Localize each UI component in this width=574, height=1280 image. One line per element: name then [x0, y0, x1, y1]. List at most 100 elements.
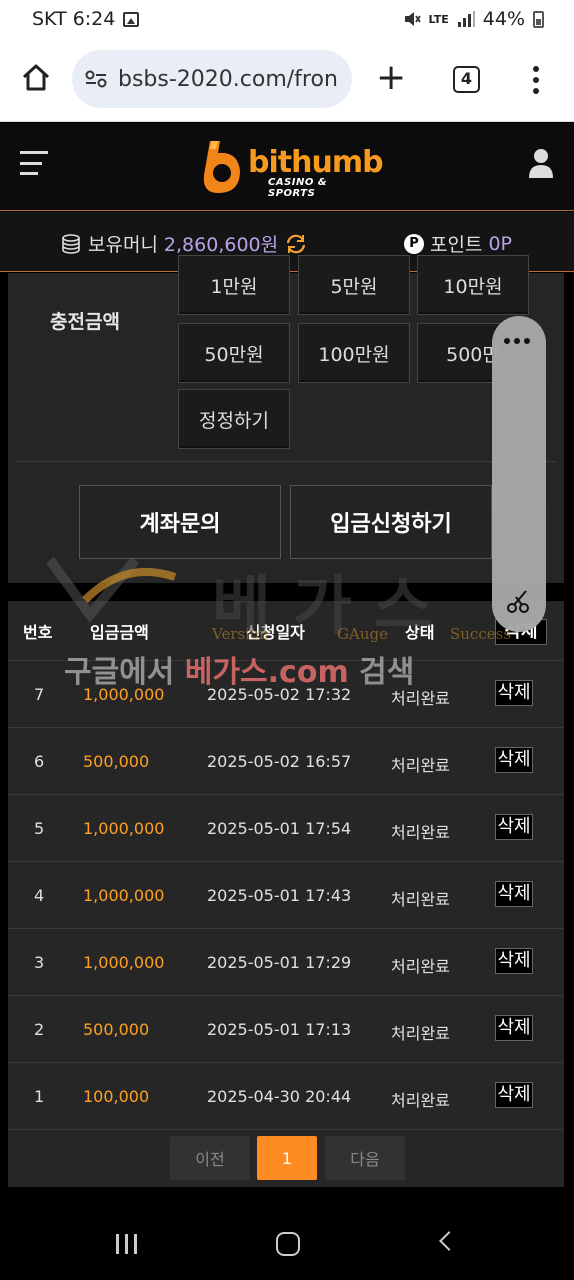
row-status: 처리완료: [391, 1024, 450, 1043]
amount-button-1man[interactable]: 1만원: [178, 255, 290, 315]
address-bar[interactable]: bsbs-2020.com/fron: [72, 50, 352, 108]
more-dots-icon[interactable]: [504, 338, 530, 344]
amount-button-50man[interactable]: 50만원: [178, 323, 290, 383]
delete-button[interactable]: 삭제: [495, 948, 533, 974]
hamburger-menu-icon[interactable]: [20, 151, 48, 175]
new-tab-icon[interactable]: +: [376, 60, 406, 96]
battery-icon: [533, 10, 544, 28]
row-status: 처리완료: [391, 756, 450, 775]
delete-button[interactable]: 삭제: [495, 747, 533, 773]
bithumb-logo-icon: [203, 141, 240, 193]
row-amount: 500,000: [83, 752, 150, 771]
table-row: 1 100,000 2025-04-30 20:44 처리완료 삭제: [8, 1063, 564, 1130]
amount-button-5man[interactable]: 5만원: [298, 255, 410, 315]
charge-panel: 충전금액 1만원 5만원 10만원 50만원 100만원 500만 정정하기 계…: [8, 255, 564, 583]
site-logo[interactable]: bithumb CASINO & SPORTS: [198, 139, 384, 199]
image-notification-icon: [123, 11, 140, 27]
site-settings-icon[interactable]: [84, 69, 108, 89]
deposit-history-panel: 번호 입금금액 신청일자 상태 삭제 7 1,000,000 2025-05-02 …: [8, 601, 564, 1187]
recent-apps-icon[interactable]: [116, 1234, 137, 1254]
user-icon[interactable]: [528, 148, 554, 178]
scissors-icon[interactable]: [506, 588, 532, 614]
main-content: 충전금액 1만원 5만원 10만원 50만원 100만원 500만 정정하기 계…: [0, 255, 574, 1193]
browser-menu-icon[interactable]: [532, 66, 540, 94]
row-date: 2025-05-01 17:13: [207, 1020, 352, 1039]
row-status: 처리완료: [391, 957, 450, 976]
delete-button[interactable]: 삭제: [495, 680, 533, 706]
back-nav-icon[interactable]: [439, 1231, 459, 1251]
table-row: 7 1,000,000 2025-05-02 17:32 처리완료 삭제: [8, 661, 564, 728]
point-icon: P: [404, 233, 424, 254]
row-status: 처리완료: [391, 890, 450, 909]
home-nav-icon[interactable]: [276, 1232, 300, 1256]
delete-button[interactable]: 삭제: [495, 814, 533, 840]
site-header: bithumb CASINO & SPORTS: [0, 123, 574, 211]
table-header: 번호 입금금액 신청일자 상태 삭제: [8, 601, 564, 661]
refresh-icon[interactable]: [284, 233, 308, 255]
signal-icon: [457, 11, 475, 27]
delete-button[interactable]: 삭제: [495, 1015, 533, 1041]
header-date: 신청일자: [246, 623, 305, 642]
home-icon[interactable]: [20, 62, 52, 94]
header-status: 상태: [405, 623, 435, 642]
row-amount: 500,000: [83, 1020, 150, 1039]
current-page-button[interactable]: 1: [257, 1136, 317, 1180]
table-row: 3 1,000,000 2025-05-01 17:29 처리완료 삭제: [8, 929, 564, 996]
row-amount: 1,000,000: [83, 953, 165, 972]
row-no: 3: [34, 953, 45, 972]
point-label: 포인트: [430, 234, 483, 256]
row-status: 처리완료: [391, 823, 450, 842]
row-status: 처리완료: [391, 689, 450, 708]
row-no: 1: [34, 1087, 45, 1106]
logo-subtitle: CASINO & SPORTS: [268, 177, 328, 199]
row-status: 처리완료: [391, 1091, 450, 1110]
header-no: 번호: [23, 623, 53, 642]
mute-icon: [404, 12, 421, 26]
row-no: 4: [34, 886, 45, 905]
amount-button-100man[interactable]: 100만원: [298, 323, 410, 383]
next-page-button[interactable]: 다음: [325, 1136, 405, 1180]
row-amount: 1,000,000: [83, 886, 165, 905]
table-row: 5 1,000,000 2025-05-01 17:54 처리완료 삭제: [8, 795, 564, 862]
table-row: 4 1,000,000 2025-05-01 17:43 처리완료 삭제: [8, 862, 564, 929]
row-date: 2025-05-01 17:54: [207, 819, 352, 838]
row-no: 7: [34, 685, 45, 704]
logo-text: bithumb: [248, 145, 384, 180]
delete-button[interactable]: 삭제: [495, 881, 533, 907]
pagination: 이전 1 다음: [8, 1136, 564, 1180]
carrier-time: SKT 6:24: [32, 8, 116, 30]
prev-page-button[interactable]: 이전: [170, 1136, 250, 1180]
point-value: 0P: [488, 232, 512, 255]
row-no: 5: [34, 819, 45, 838]
deposit-request-button[interactable]: 입금신청하기: [290, 485, 492, 559]
divider: [16, 461, 556, 462]
row-amount: 1,000,000: [83, 819, 165, 838]
row-date: 2025-05-01 17:43: [207, 886, 352, 905]
row-date: 2025-05-01 17:29: [207, 953, 352, 972]
money-label: 보유머니: [88, 234, 158, 256]
battery-percent: 44%: [482, 8, 525, 30]
table-row: 2 500,000 2025-05-01 17:13 처리완료 삭제: [8, 996, 564, 1063]
browser-toolbar: bsbs-2020.com/fron + 4: [0, 38, 574, 122]
row-no: 2: [34, 1020, 45, 1039]
amount-button-10man[interactable]: 10만원: [417, 255, 529, 315]
row-amount: 100,000: [83, 1087, 150, 1106]
coins-icon: [62, 233, 80, 254]
account-inquiry-button[interactable]: 계좌문의: [79, 485, 281, 559]
tab-switcher-button[interactable]: 4: [453, 66, 480, 93]
row-date: 2025-04-30 20:44: [207, 1087, 352, 1106]
system-nav-bar: [0, 1200, 574, 1280]
row-no: 6: [34, 752, 45, 771]
reset-button[interactable]: 정정하기: [178, 389, 290, 449]
network-label: LTE: [428, 12, 449, 26]
header-amount: 입금금액: [90, 623, 149, 642]
floating-edge-panel[interactable]: [492, 316, 546, 632]
url-text: bsbs-2020.com/fron: [118, 66, 338, 92]
money-value: 2,860,600원: [163, 234, 279, 256]
table-row: 6 500,000 2025-05-02 16:57 처리완료 삭제: [8, 728, 564, 795]
row-amount: 1,000,000: [83, 685, 165, 704]
row-date: 2025-05-02 17:32: [207, 685, 352, 704]
row-date: 2025-05-02 16:57: [207, 752, 352, 771]
delete-button[interactable]: 삭제: [495, 1082, 533, 1108]
status-bar: SKT 6:24 LTE 44%: [0, 0, 574, 38]
